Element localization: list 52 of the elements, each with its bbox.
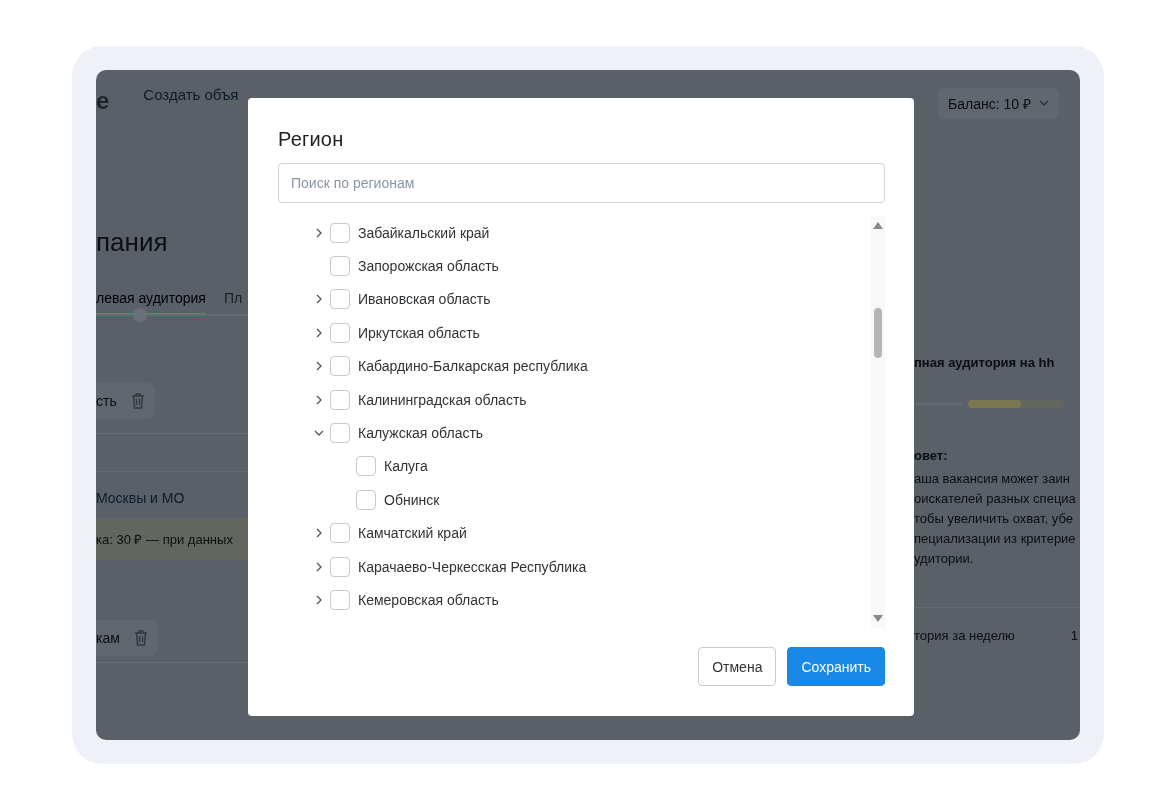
cancel-button[interactable]: Отмена <box>698 647 777 686</box>
checkbox[interactable] <box>330 322 350 343</box>
region-label[interactable]: Калининградская область <box>358 391 527 408</box>
chevron-right-icon[interactable] <box>314 327 324 338</box>
checkbox[interactable] <box>330 289 350 310</box>
scroll-thumb[interactable] <box>874 308 882 358</box>
checkbox[interactable] <box>356 456 376 477</box>
region-label[interactable]: Кабардино-Балкарская республика <box>358 358 588 375</box>
region-label[interactable]: Калуга <box>384 458 428 475</box>
scrollbar[interactable] <box>871 216 885 628</box>
chevron-right-icon[interactable] <box>314 294 324 305</box>
region-label[interactable]: Обнинск <box>384 491 440 508</box>
region-label[interactable]: Камчатский край <box>358 525 467 542</box>
price-note: ка: 30 ₽ — при данных <box>96 518 248 560</box>
chevron-right-icon[interactable] <box>314 227 324 238</box>
chevron-right-icon[interactable] <box>314 595 324 605</box>
checkbox[interactable] <box>330 356 350 377</box>
region-label[interactable]: Карачаево-Черкесская Республика <box>358 558 587 575</box>
chip-label: сть <box>96 393 117 409</box>
search-field[interactable]: Поиск по регионам <box>278 163 885 203</box>
save-button[interactable]: Сохранить <box>787 647 885 686</box>
trash-icon[interactable] <box>130 393 145 409</box>
week-label: тория за неделю <box>914 628 1015 643</box>
chevron-right-icon[interactable] <box>314 561 324 572</box>
tip-title: овет: <box>914 448 949 463</box>
scroll-up-icon[interactable] <box>873 222 883 229</box>
checkbox[interactable] <box>330 423 350 444</box>
chip-label: кам <box>96 630 120 646</box>
region-label[interactable]: Калужская область <box>358 425 484 442</box>
chevron-right-icon[interactable] <box>314 361 324 372</box>
checkbox[interactable] <box>330 389 350 410</box>
checkbox[interactable] <box>330 523 350 544</box>
checkbox[interactable] <box>330 256 350 277</box>
trash-icon[interactable] <box>133 630 148 646</box>
chevron-right-icon[interactable] <box>314 394 324 405</box>
region-label[interactable]: Кемеровская область <box>358 592 499 608</box>
region-label[interactable]: Забайкальский край <box>358 224 490 241</box>
scroll-down-icon[interactable] <box>873 615 883 622</box>
checkbox[interactable] <box>330 222 350 243</box>
region-label[interactable]: Запорожская область <box>358 258 499 275</box>
chevron-down-icon <box>1038 100 1049 107</box>
page-heading: пания <box>96 227 169 258</box>
region-label[interactable]: Ивановская область <box>358 291 491 308</box>
tip-text: аша вакансия может заин оискателей разных специа тобы увеличить охват, убе пециализации из критерие удитории. <box>914 470 1077 568</box>
week-value: 1 <box>1070 628 1078 643</box>
region-label[interactable]: Иркутская область <box>358 324 480 341</box>
checkbox[interactable] <box>330 556 350 577</box>
audience-title: пная аудитория на hh <box>914 355 1056 370</box>
dialog-title: Регион <box>278 128 345 151</box>
checkbox[interactable] <box>330 590 350 610</box>
checkbox[interactable] <box>356 489 376 510</box>
chevron-right-icon[interactable] <box>314 528 324 539</box>
